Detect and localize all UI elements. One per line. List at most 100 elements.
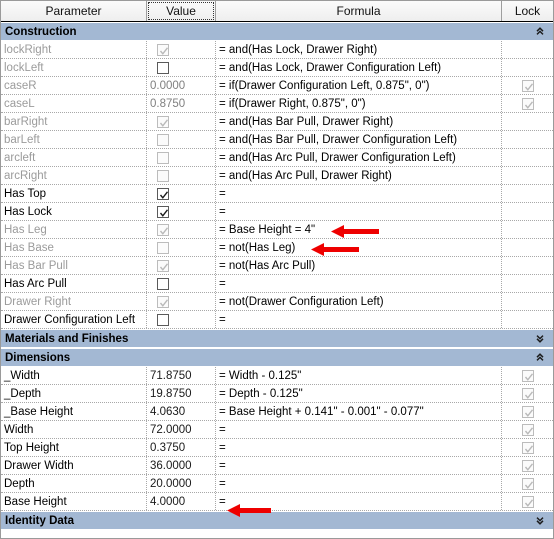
cell-parameter[interactable]: Top Height	[1, 439, 147, 456]
table-row[interactable]: barLeft = and(Has Bar Pull, Drawer Config…	[1, 131, 553, 149]
cell-lock[interactable]	[502, 131, 553, 148]
cell-lock[interactable]	[502, 113, 553, 130]
cell-parameter[interactable]: Has Leg	[1, 221, 147, 238]
cell-value[interactable]: 36.0000	[147, 457, 216, 474]
cell-lock[interactable]	[502, 293, 553, 310]
cell-parameter[interactable]: lockRight	[1, 41, 147, 58]
cell-value[interactable]: 71.8750	[147, 367, 216, 384]
cell-parameter[interactable]: Has Lock	[1, 203, 147, 220]
cell-formula[interactable]: = Base Height = 4"	[216, 221, 502, 238]
cell-lock[interactable]	[502, 475, 553, 492]
cell-value[interactable]	[147, 131, 216, 148]
table-row[interactable]: arcRight = and(Has Arc Pull, Drawer Right…	[1, 167, 553, 185]
checkbox[interactable]	[157, 205, 169, 218]
cell-parameter[interactable]: Has Top	[1, 185, 147, 202]
cell-formula[interactable]: = Base Height + 0.141" - 0.001" - 0.077"	[216, 403, 502, 420]
table-row[interactable]: lockRight = and(Has Lock, Drawer Right)	[1, 41, 553, 59]
cell-value[interactable]	[147, 185, 216, 202]
table-row[interactable]: Depth 20.0000 =	[1, 475, 553, 493]
cell-formula[interactable]: = if(Drawer Right, 0.875", 0")	[216, 95, 502, 112]
table-row[interactable]: Base Height 4.0000 =	[1, 493, 553, 511]
cell-value[interactable]: 0.0000	[147, 77, 216, 94]
cell-lock[interactable]	[502, 275, 553, 292]
table-row[interactable]: Has Arc Pull =	[1, 275, 553, 293]
column-header-value[interactable]: Value	[147, 1, 216, 21]
cell-formula[interactable]: = not(Has Leg)	[216, 239, 502, 256]
cell-parameter[interactable]: _Base Height	[1, 403, 147, 420]
cell-lock[interactable]	[502, 149, 553, 166]
column-header-lock[interactable]: Lock	[502, 1, 553, 21]
cell-value[interactable]	[147, 293, 216, 310]
cell-lock[interactable]	[502, 41, 553, 58]
cell-parameter[interactable]: Has Arc Pull	[1, 275, 147, 292]
cell-formula[interactable]: = if(Drawer Configuration Left, 0.875", …	[216, 77, 502, 94]
cell-formula[interactable]: = not(Has Arc Pull)	[216, 257, 502, 274]
cell-formula[interactable]: =	[216, 439, 502, 456]
cell-lock[interactable]	[502, 311, 553, 328]
cell-parameter[interactable]: _Depth	[1, 385, 147, 402]
cell-parameter[interactable]: arcRight	[1, 167, 147, 184]
checkbox[interactable]	[157, 277, 169, 290]
table-row[interactable]: _Depth 19.8750 = Depth - 0.125"	[1, 385, 553, 403]
cell-value[interactable]	[147, 113, 216, 130]
cell-lock[interactable]	[502, 367, 553, 384]
cell-value[interactable]: 4.0000	[147, 493, 216, 510]
cell-formula[interactable]: = and(Has Lock, Drawer Configuration Lef…	[216, 59, 502, 76]
cell-lock[interactable]	[502, 493, 553, 510]
cell-parameter[interactable]: Depth	[1, 475, 147, 492]
cell-formula[interactable]: = Width - 0.125"	[216, 367, 502, 384]
cell-lock[interactable]	[502, 167, 553, 184]
cell-value[interactable]: 72.0000	[147, 421, 216, 438]
cell-lock[interactable]	[502, 203, 553, 220]
cell-lock[interactable]	[502, 421, 553, 438]
cell-lock[interactable]	[502, 239, 553, 256]
table-row[interactable]: Has Base = not(Has Leg)	[1, 239, 553, 257]
cell-formula[interactable]: =	[216, 203, 502, 220]
cell-formula[interactable]: = not(Drawer Configuration Left)	[216, 293, 502, 310]
table-row[interactable]: lockLeft = and(Has Lock, Drawer Configura…	[1, 59, 553, 77]
checkbox[interactable]	[157, 61, 169, 74]
cell-formula[interactable]: = and(Has Lock, Drawer Right)	[216, 41, 502, 58]
cell-formula[interactable]: =	[216, 493, 502, 510]
table-row[interactable]: Drawer Width 36.0000 =	[1, 457, 553, 475]
cell-parameter[interactable]: Drawer Right	[1, 293, 147, 310]
checkbox[interactable]	[157, 313, 169, 326]
cell-formula[interactable]: = and(Has Arc Pull, Drawer Configuration…	[216, 149, 502, 166]
table-row[interactable]: caseL 0.8750 = if(Drawer Right, 0.875", 0"…	[1, 95, 553, 113]
cell-value[interactable]	[147, 275, 216, 292]
group-header-materials-and-finishes[interactable]: Materials and Finishes	[1, 329, 553, 348]
group-header-construction[interactable]: Construction	[1, 22, 553, 41]
cell-formula[interactable]: =	[216, 275, 502, 292]
cell-lock[interactable]	[502, 221, 553, 238]
cell-lock[interactable]	[502, 59, 553, 76]
cell-lock[interactable]	[502, 185, 553, 202]
cell-formula[interactable]: = Depth - 0.125"	[216, 385, 502, 402]
table-row[interactable]: Has Top =	[1, 185, 553, 203]
cell-parameter[interactable]: arcleft	[1, 149, 147, 166]
cell-value[interactable]	[147, 149, 216, 166]
chevron-double-up-icon[interactable]	[534, 349, 546, 366]
cell-lock[interactable]	[502, 95, 553, 112]
table-row[interactable]: Has Leg = Base Height = 4"	[1, 221, 553, 239]
cell-lock[interactable]	[502, 403, 553, 420]
cell-lock[interactable]	[502, 439, 553, 456]
table-row[interactable]: caseR 0.0000 = if(Drawer Configuration Lef…	[1, 77, 553, 95]
cell-parameter[interactable]: _Width	[1, 367, 147, 384]
cell-parameter[interactable]: caseL	[1, 95, 147, 112]
cell-lock[interactable]	[502, 385, 553, 402]
cell-parameter[interactable]: Width	[1, 421, 147, 438]
cell-value[interactable]	[147, 167, 216, 184]
table-row[interactable]: Drawer Configuration Left =	[1, 311, 553, 329]
cell-formula[interactable]: =	[216, 421, 502, 438]
cell-value[interactable]: 0.8750	[147, 95, 216, 112]
cell-value[interactable]: 19.8750	[147, 385, 216, 402]
cell-value[interactable]	[147, 239, 216, 256]
cell-formula[interactable]: =	[216, 475, 502, 492]
cell-formula[interactable]: =	[216, 311, 502, 328]
table-row[interactable]: arcleft = and(Has Arc Pull, Drawer Config…	[1, 149, 553, 167]
checkbox[interactable]	[157, 187, 169, 200]
cell-value[interactable]	[147, 311, 216, 328]
table-row[interactable]: Width 72.0000 =	[1, 421, 553, 439]
table-row[interactable]: barRight = and(Has Bar Pull, Drawer Right…	[1, 113, 553, 131]
cell-value[interactable]	[147, 59, 216, 76]
